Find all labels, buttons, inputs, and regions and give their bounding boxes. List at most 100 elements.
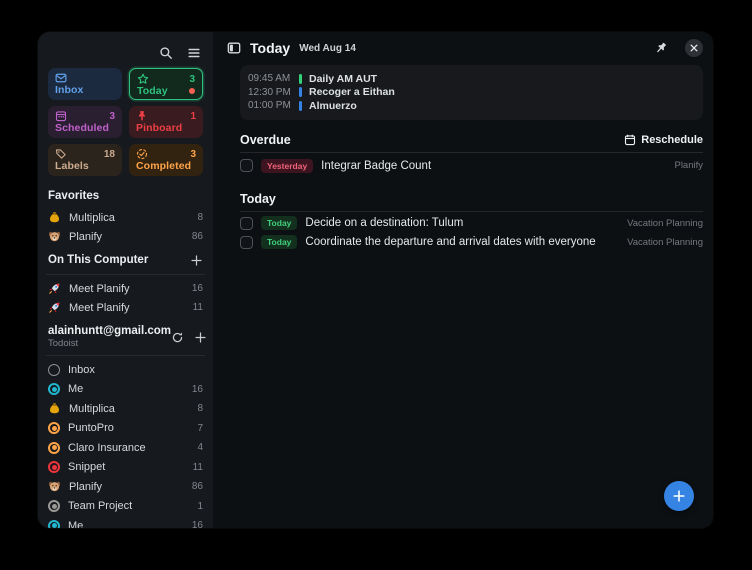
sync-button[interactable] (171, 331, 184, 344)
search-button[interactable] (159, 46, 173, 60)
check-circle-icon (136, 148, 148, 160)
sidebar-topbar (48, 40, 203, 66)
on-this-computer-header: On This Computer (48, 252, 148, 268)
moneybag-icon (48, 402, 61, 415)
task-title: Decide on a destination: Tulum (305, 217, 619, 229)
reschedule-label: Reschedule (641, 134, 703, 146)
project-color-icon (48, 364, 60, 376)
project-row-me[interactable]: Me 16 (48, 380, 203, 400)
project-color-icon (48, 461, 60, 473)
main-header: Today Wed Aug 14 (213, 32, 713, 60)
tag-icon (55, 148, 67, 160)
task-project-label: Vacation Planning (627, 237, 703, 248)
local-project-meet-planify-1[interactable]: Meet Planify 16 (48, 279, 203, 298)
overdue-header: Overdue (240, 133, 291, 147)
reschedule-button[interactable]: Reschedule (624, 134, 703, 146)
calendar-icon (55, 110, 67, 122)
project-row-multiplica[interactable]: Multiplica 8 (48, 399, 203, 419)
inbox-icon (55, 72, 67, 84)
project-color-icon (48, 383, 60, 395)
dog-icon (48, 480, 61, 493)
tile-scheduled[interactable]: 3 Scheduled (48, 106, 122, 138)
favorite-item-multiplica[interactable]: Multiplica 8 (48, 208, 203, 227)
task-checkbox[interactable] (240, 217, 253, 230)
project-row-claro-insurance[interactable]: Claro Insurance 4 (48, 438, 203, 458)
due-badge[interactable]: Today (261, 235, 297, 249)
task-checkbox[interactable] (240, 159, 253, 172)
page-date: Wed Aug 14 (299, 43, 356, 54)
project-row-team-project[interactable]: Team Project 1 (48, 497, 203, 517)
event-title: Almuerzo (309, 100, 357, 112)
task-project-label: Vacation Planning (627, 218, 703, 229)
event-row[interactable]: 01:00 PM Almuerzo (248, 99, 695, 113)
task-row-coordinate-dates[interactable]: Today Coordinate the departure and arriv… (213, 233, 713, 252)
favorite-item-planify[interactable]: Planify 86 (48, 227, 203, 246)
pin-icon (136, 110, 148, 122)
account-row[interactable]: alainhuntt@gmail.com Todoist (48, 325, 203, 349)
pin-view-button[interactable] (654, 41, 668, 55)
event-color-bar (299, 74, 302, 84)
event-time: 12:30 PM (248, 87, 292, 98)
plus-icon (672, 489, 686, 503)
tile-today[interactable]: 3 Today (129, 68, 203, 100)
project-row-inbox[interactable]: Inbox (48, 360, 203, 380)
add-account-project-button[interactable] (194, 331, 207, 344)
close-button[interactable] (685, 39, 703, 57)
account-service: Todoist (48, 338, 171, 349)
add-task-fab[interactable] (664, 481, 694, 511)
event-color-bar (299, 87, 302, 97)
tile-inbox[interactable]: Inbox (48, 68, 122, 100)
menu-button[interactable] (187, 46, 201, 60)
event-time: 01:00 PM (248, 100, 292, 111)
pushpin-icon (654, 41, 668, 55)
due-badge[interactable]: Today (261, 216, 297, 230)
filter-tiles: Inbox 3 Today 3 Scheduled 1 Pinboard 18 … (48, 68, 203, 176)
today-section-header: Today (213, 190, 713, 208)
event-time: 09:45 AM (248, 73, 292, 84)
task-title: Integrar Badge Count (321, 160, 666, 172)
on-this-computer-header-row: On This Computer (48, 252, 203, 268)
project-color-icon (48, 422, 60, 434)
calendar-icon (624, 134, 636, 146)
divider (46, 355, 205, 356)
overdue-section-header: Overdue Reschedule (213, 131, 713, 149)
app-window: Inbox 3 Today 3 Scheduled 1 Pinboard 18 … (38, 32, 713, 528)
moneybag-icon (48, 211, 61, 224)
project-row-snippet[interactable]: Snippet 11 (48, 458, 203, 478)
events-card[interactable]: 09:45 AM Daily AM AUT 12:30 PM Recoger a… (240, 65, 703, 120)
rocket-icon (48, 282, 61, 295)
hamburger-menu-icon (187, 46, 201, 60)
project-row-me-2[interactable]: Me 16 (48, 516, 203, 528)
sidebar-toggle-button[interactable] (227, 41, 241, 55)
refresh-icon (171, 331, 184, 344)
event-title: Daily AM AUT (309, 73, 377, 85)
task-title: Coordinate the departure and arrival dat… (305, 236, 619, 248)
search-icon (159, 46, 173, 60)
project-row-puntopro[interactable]: PuntoPro 7 (48, 419, 203, 439)
star-icon (137, 73, 149, 85)
event-row[interactable]: 09:45 AM Daily AM AUT (248, 72, 695, 86)
project-color-icon (48, 442, 60, 454)
task-checkbox[interactable] (240, 236, 253, 249)
task-row-integrar-badge-count[interactable]: Yesterday Integrar Badge Count Planify (213, 153, 713, 179)
tile-completed[interactable]: 3 Completed (129, 144, 203, 176)
today-header: Today (240, 192, 276, 206)
notification-dot (189, 88, 195, 94)
dog-icon (48, 230, 61, 243)
plus-icon (194, 331, 207, 344)
due-badge[interactable]: Yesterday (261, 159, 313, 173)
event-color-bar (299, 101, 302, 111)
event-row[interactable]: 12:30 PM Recoger a Eithan (248, 86, 695, 100)
task-row-decide-destination[interactable]: Today Decide on a destination: Tulum Vac… (213, 214, 713, 233)
tile-pinboard[interactable]: 1 Pinboard (129, 106, 203, 138)
divider (240, 211, 703, 212)
main-panel: Today Wed Aug 14 09:45 AM Daily AM AUT 1… (213, 32, 713, 528)
close-icon (690, 44, 698, 52)
page-title: Today (250, 40, 290, 56)
project-row-planify[interactable]: Planify 86 (48, 477, 203, 497)
add-project-button[interactable] (190, 254, 203, 267)
local-project-meet-planify-2[interactable]: Meet Planify 11 (48, 298, 203, 317)
account-email: alainhuntt@gmail.com (48, 325, 171, 337)
sidebar: Inbox 3 Today 3 Scheduled 1 Pinboard 18 … (38, 32, 213, 528)
tile-labels[interactable]: 18 Labels (48, 144, 122, 176)
